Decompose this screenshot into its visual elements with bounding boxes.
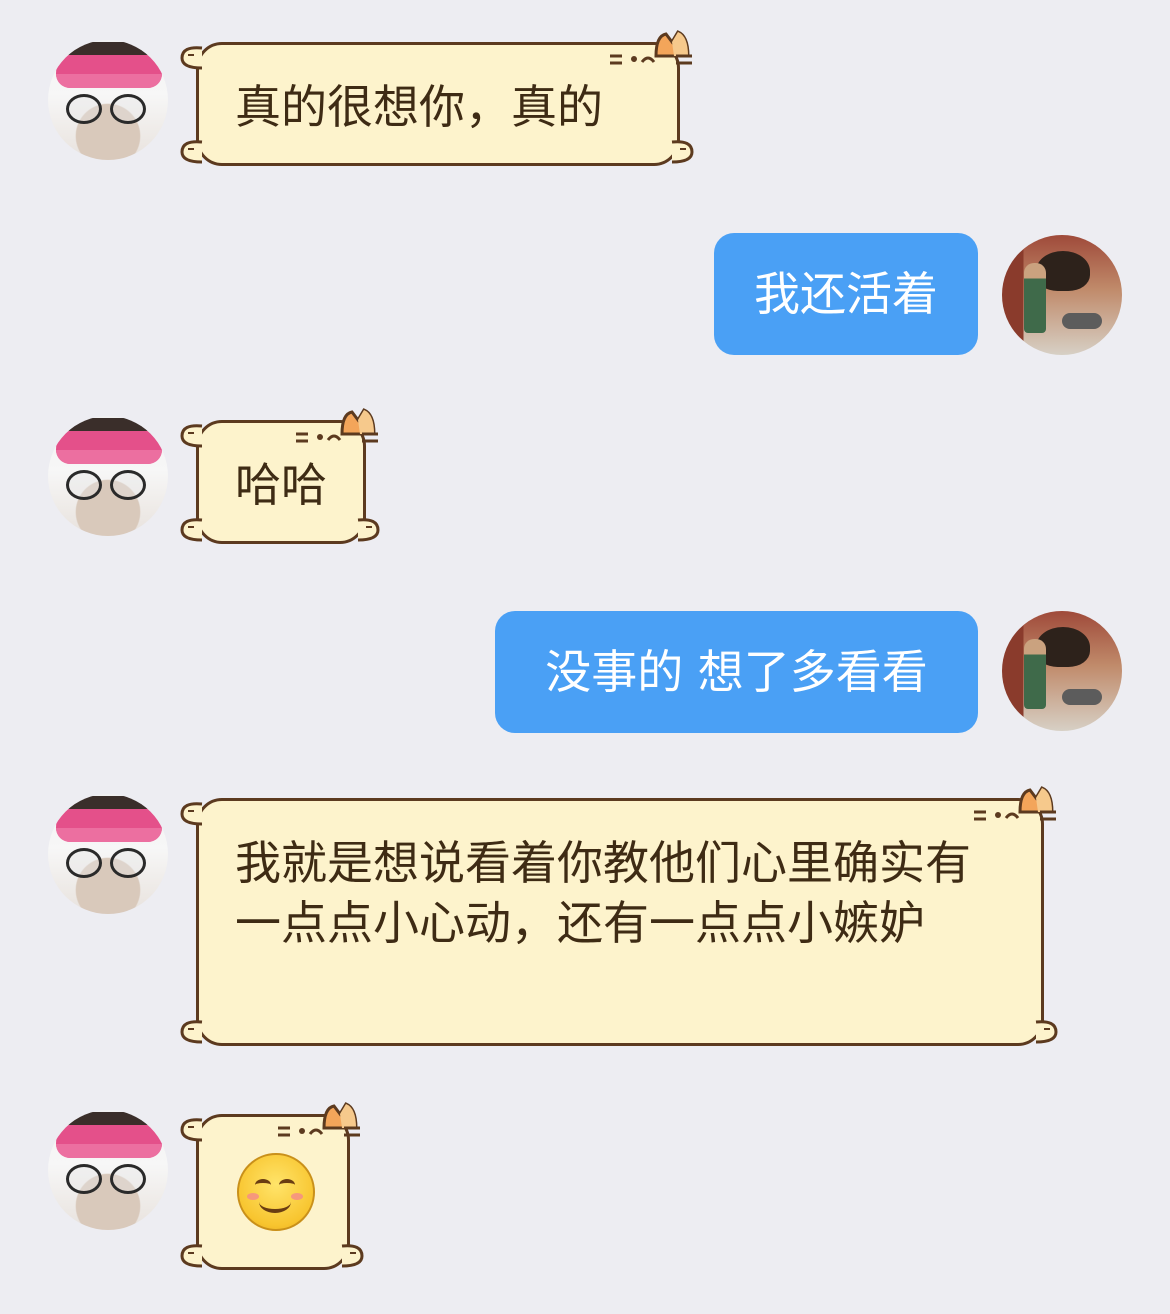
contact-avatar[interactable]: [48, 794, 168, 914]
paw-icon: [176, 1242, 206, 1272]
message-text: 我还活着: [754, 267, 938, 321]
paw-icon: [668, 138, 698, 168]
avatar-animal: [1062, 313, 1102, 329]
avatar-glasses-right: [110, 470, 146, 500]
cat-ears-icon: [272, 1098, 362, 1148]
message-text: 没事的 想了多看看: [545, 645, 928, 699]
contact-avatar[interactable]: [48, 40, 168, 160]
message-bubble-outgoing[interactable]: 没事的 想了多看看: [495, 611, 978, 733]
avatar-cap: [56, 418, 162, 464]
avatar-figure: [1024, 263, 1046, 333]
avatar-glasses-right: [110, 94, 146, 124]
avatar-glasses-right: [110, 848, 146, 878]
paw-icon: [176, 516, 206, 546]
cat-ears-icon: [290, 404, 380, 454]
paw-icon: [176, 138, 206, 168]
avatar-cap: [56, 42, 162, 88]
avatar-figure: [1024, 639, 1046, 709]
avatar-glasses-left: [66, 848, 102, 878]
contact-avatar[interactable]: [48, 416, 168, 536]
smiling-face-icon: [237, 1153, 315, 1231]
paw-icon: [176, 1018, 206, 1048]
avatar-cap: [56, 796, 162, 842]
paw-icon: [176, 800, 206, 830]
paw-icon: [176, 44, 206, 74]
message-bubble-outgoing[interactable]: 我还活着: [714, 233, 978, 355]
my-avatar[interactable]: [1002, 235, 1122, 355]
avatar-glasses-left: [66, 1164, 102, 1194]
avatar-glasses-right: [110, 1164, 146, 1194]
contact-avatar[interactable]: [48, 1110, 168, 1230]
paw-icon: [1032, 1018, 1062, 1048]
avatar-glasses-left: [66, 470, 102, 500]
avatar-animal: [1062, 689, 1102, 705]
paw-icon: [338, 1242, 368, 1272]
message-text: 我就是想说看着你教他们心里确实有一点点小心动，还有一点点小嫉妒: [235, 836, 971, 950]
message-bubble-incoming[interactable]: 我就是想说看着你教他们心里确实有一点点小心动，还有一点点小嫉妒: [196, 798, 1044, 1046]
message-text: 哈哈: [235, 458, 327, 512]
cat-ears-icon: [968, 782, 1058, 832]
avatar-cap: [56, 1112, 162, 1158]
paw-icon: [176, 422, 206, 452]
my-avatar[interactable]: [1002, 611, 1122, 731]
message-text: 真的很想你，真的: [235, 80, 603, 134]
cat-ears-icon: [604, 26, 694, 76]
paw-icon: [354, 516, 384, 546]
avatar-glasses-left: [66, 94, 102, 124]
paw-icon: [176, 1116, 206, 1146]
